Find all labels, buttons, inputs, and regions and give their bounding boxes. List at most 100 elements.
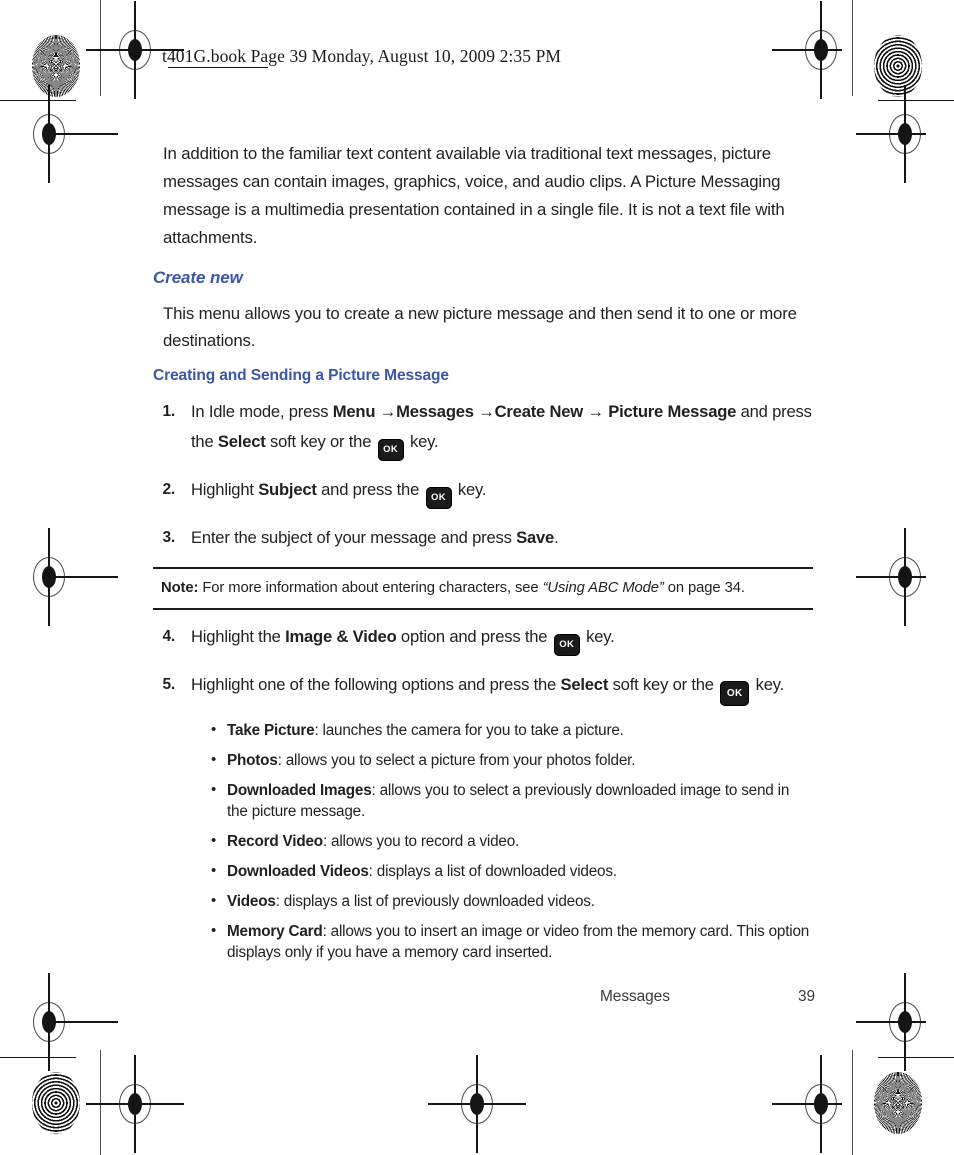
footer-chapter-name: Messages — [600, 988, 670, 1005]
bullet-description: : displays a list of downloaded videos. — [368, 863, 617, 880]
emphasized-term: Save — [516, 528, 555, 547]
emphasized-term: Messages — [396, 402, 474, 421]
page-footer: Messages 39 — [600, 988, 815, 1006]
emphasized-term: → — [375, 402, 397, 421]
numbered-step: 4. Highlight the Image & Video option and… — [153, 622, 813, 656]
list-item: Take Picture: launches the camera for yo… — [211, 719, 813, 741]
registration-mark-middle-left-upper — [22, 85, 118, 183]
step-text: soft key or the — [265, 432, 376, 451]
emphasized-term: Image & Video — [285, 627, 397, 646]
registration-mark-top-left — [86, 1, 184, 99]
step-body: Enter the subject of your message and pr… — [191, 523, 813, 553]
emphasized-term: Select — [560, 675, 609, 694]
step-text: Highlight — [191, 480, 259, 499]
step-text: Highlight one of the following options a… — [191, 675, 561, 694]
trim-line-top-left — [0, 100, 76, 102]
trim-line-bottom-right — [878, 1057, 954, 1059]
option-bullet-list: Take Picture: launches the camera for yo… — [211, 719, 813, 963]
step-text: option and press the — [396, 627, 552, 646]
emphasized-term: Create New — [494, 402, 584, 421]
step-number: 4. — [162, 628, 175, 645]
step-text: key. — [453, 480, 487, 499]
registration-mark-bottom-left — [86, 1055, 184, 1153]
list-item: Downloaded Videos: displays a list of do… — [211, 860, 813, 882]
step-text: Enter the subject of your message and pr… — [191, 528, 517, 547]
step-body: Highlight Subject and press the OK key. — [191, 475, 813, 509]
numbered-step: 1. In Idle mode, press Menu →Messages →Cr… — [153, 397, 813, 461]
section-heading-create-new: Create new — [153, 268, 243, 287]
step-number: 3. — [162, 529, 175, 546]
page-content: In addition to the familiar text content… — [153, 140, 813, 972]
ok-key-icon: OK — [425, 487, 452, 509]
registration-mark-top-right — [772, 1, 848, 99]
trim-line-right-inner — [852, 1050, 854, 1155]
numbered-step: 5. Highlight one of the following options… — [153, 670, 813, 706]
trim-line-top-right — [878, 100, 954, 102]
registration-mark-right-bottom — [856, 973, 932, 1071]
step-body: Highlight one of the following options a… — [191, 670, 813, 706]
bullet-term: Downloaded Videos — [227, 863, 369, 880]
note-reference-title: “Using ABC Mode” — [542, 580, 664, 596]
note-text-after: on page 34. — [663, 580, 745, 596]
document-header-text: t401G.book Page 39 Monday, August 10, 20… — [162, 46, 562, 66]
intro-paragraph: In addition to the familiar text content… — [163, 144, 785, 247]
trim-line-right-outer — [852, 0, 854, 96]
step-text: key. — [581, 627, 615, 646]
step-number: 5. — [162, 676, 175, 693]
list-item: Videos: displays a list of previously do… — [211, 890, 813, 912]
emphasized-term: Subject — [258, 480, 317, 499]
note-text-before: For more information about entering char… — [198, 580, 543, 596]
bullet-description: : allows you to record a video. — [322, 833, 520, 850]
trim-line-left-outer — [100, 0, 102, 96]
step-number: 1. — [162, 403, 175, 420]
step-text: soft key or the — [608, 675, 719, 694]
bullet-term: Videos — [227, 893, 276, 910]
bullet-description: : launches the camera for you to take a … — [314, 722, 624, 739]
numbered-step: 2. Highlight Subject and press the OK key… — [153, 475, 813, 509]
subsection-heading-creating-sending: Creating and Sending a Picture Message — [153, 367, 449, 384]
bullet-description: : displays a list of previously download… — [275, 893, 595, 910]
starburst-target-bottom-right — [874, 1072, 922, 1134]
emphasized-term: Menu — [332, 402, 376, 421]
step-text: In Idle mode, press — [191, 402, 333, 421]
bullet-term: Photos — [227, 752, 278, 769]
step-text: key. — [751, 675, 785, 694]
bullet-term: Take Picture — [227, 722, 315, 739]
registration-mark-middle-right-lower — [856, 528, 932, 626]
step-body: In Idle mode, press Menu →Messages →Crea… — [191, 397, 813, 461]
step-body: Highlight the Image & Video option and p… — [191, 622, 813, 656]
list-item: Memory Card: allows you to insert an ima… — [211, 920, 813, 963]
step-text: Highlight the — [191, 627, 286, 646]
ok-key-icon: OK — [720, 681, 750, 706]
bullet-term: Memory Card — [227, 923, 323, 940]
starburst-target-top-left — [32, 35, 80, 97]
step-number: 2. — [162, 481, 175, 498]
step-text: . — [554, 528, 559, 547]
emphasized-term: Picture Message — [608, 402, 737, 421]
ok-key-icon: OK — [553, 634, 580, 656]
emphasized-term: → — [473, 402, 495, 421]
moire-target-top-right — [874, 35, 922, 97]
numbered-steps-after-note: 4. Highlight the Image & Video option and… — [153, 622, 813, 706]
emphasized-term: Select — [217, 432, 266, 451]
note-label: Note: — [161, 580, 199, 596]
bullet-term: Record Video — [227, 833, 323, 850]
ok-key-icon: OK — [377, 439, 404, 461]
note-callout: Note: For more information about enterin… — [153, 567, 813, 610]
header-underline — [168, 67, 268, 69]
bullet-term: Downloaded Images — [227, 782, 372, 799]
trim-line-bottom-left — [0, 1057, 76, 1059]
step-text: and press the — [316, 480, 424, 499]
list-item: Photos: allows you to select a picture f… — [211, 749, 813, 771]
registration-mark-left-bottom — [22, 973, 118, 1071]
list-item: Record Video: allows you to record a vid… — [211, 830, 813, 852]
registration-mark-middle-right-upper — [856, 85, 932, 183]
numbered-step: 3. Enter the subject of your message and … — [153, 523, 813, 553]
moire-target-bottom-left — [32, 1072, 80, 1134]
numbered-steps-before-note: 1. In Idle mode, press Menu →Messages →Cr… — [153, 397, 813, 553]
bullet-description: : allows you to select a picture from yo… — [277, 752, 636, 769]
emphasized-term: → — [583, 402, 609, 421]
registration-mark-bottom-center — [428, 1055, 526, 1153]
footer-page-number: 39 — [797, 988, 815, 1005]
step-text: key. — [405, 432, 439, 451]
